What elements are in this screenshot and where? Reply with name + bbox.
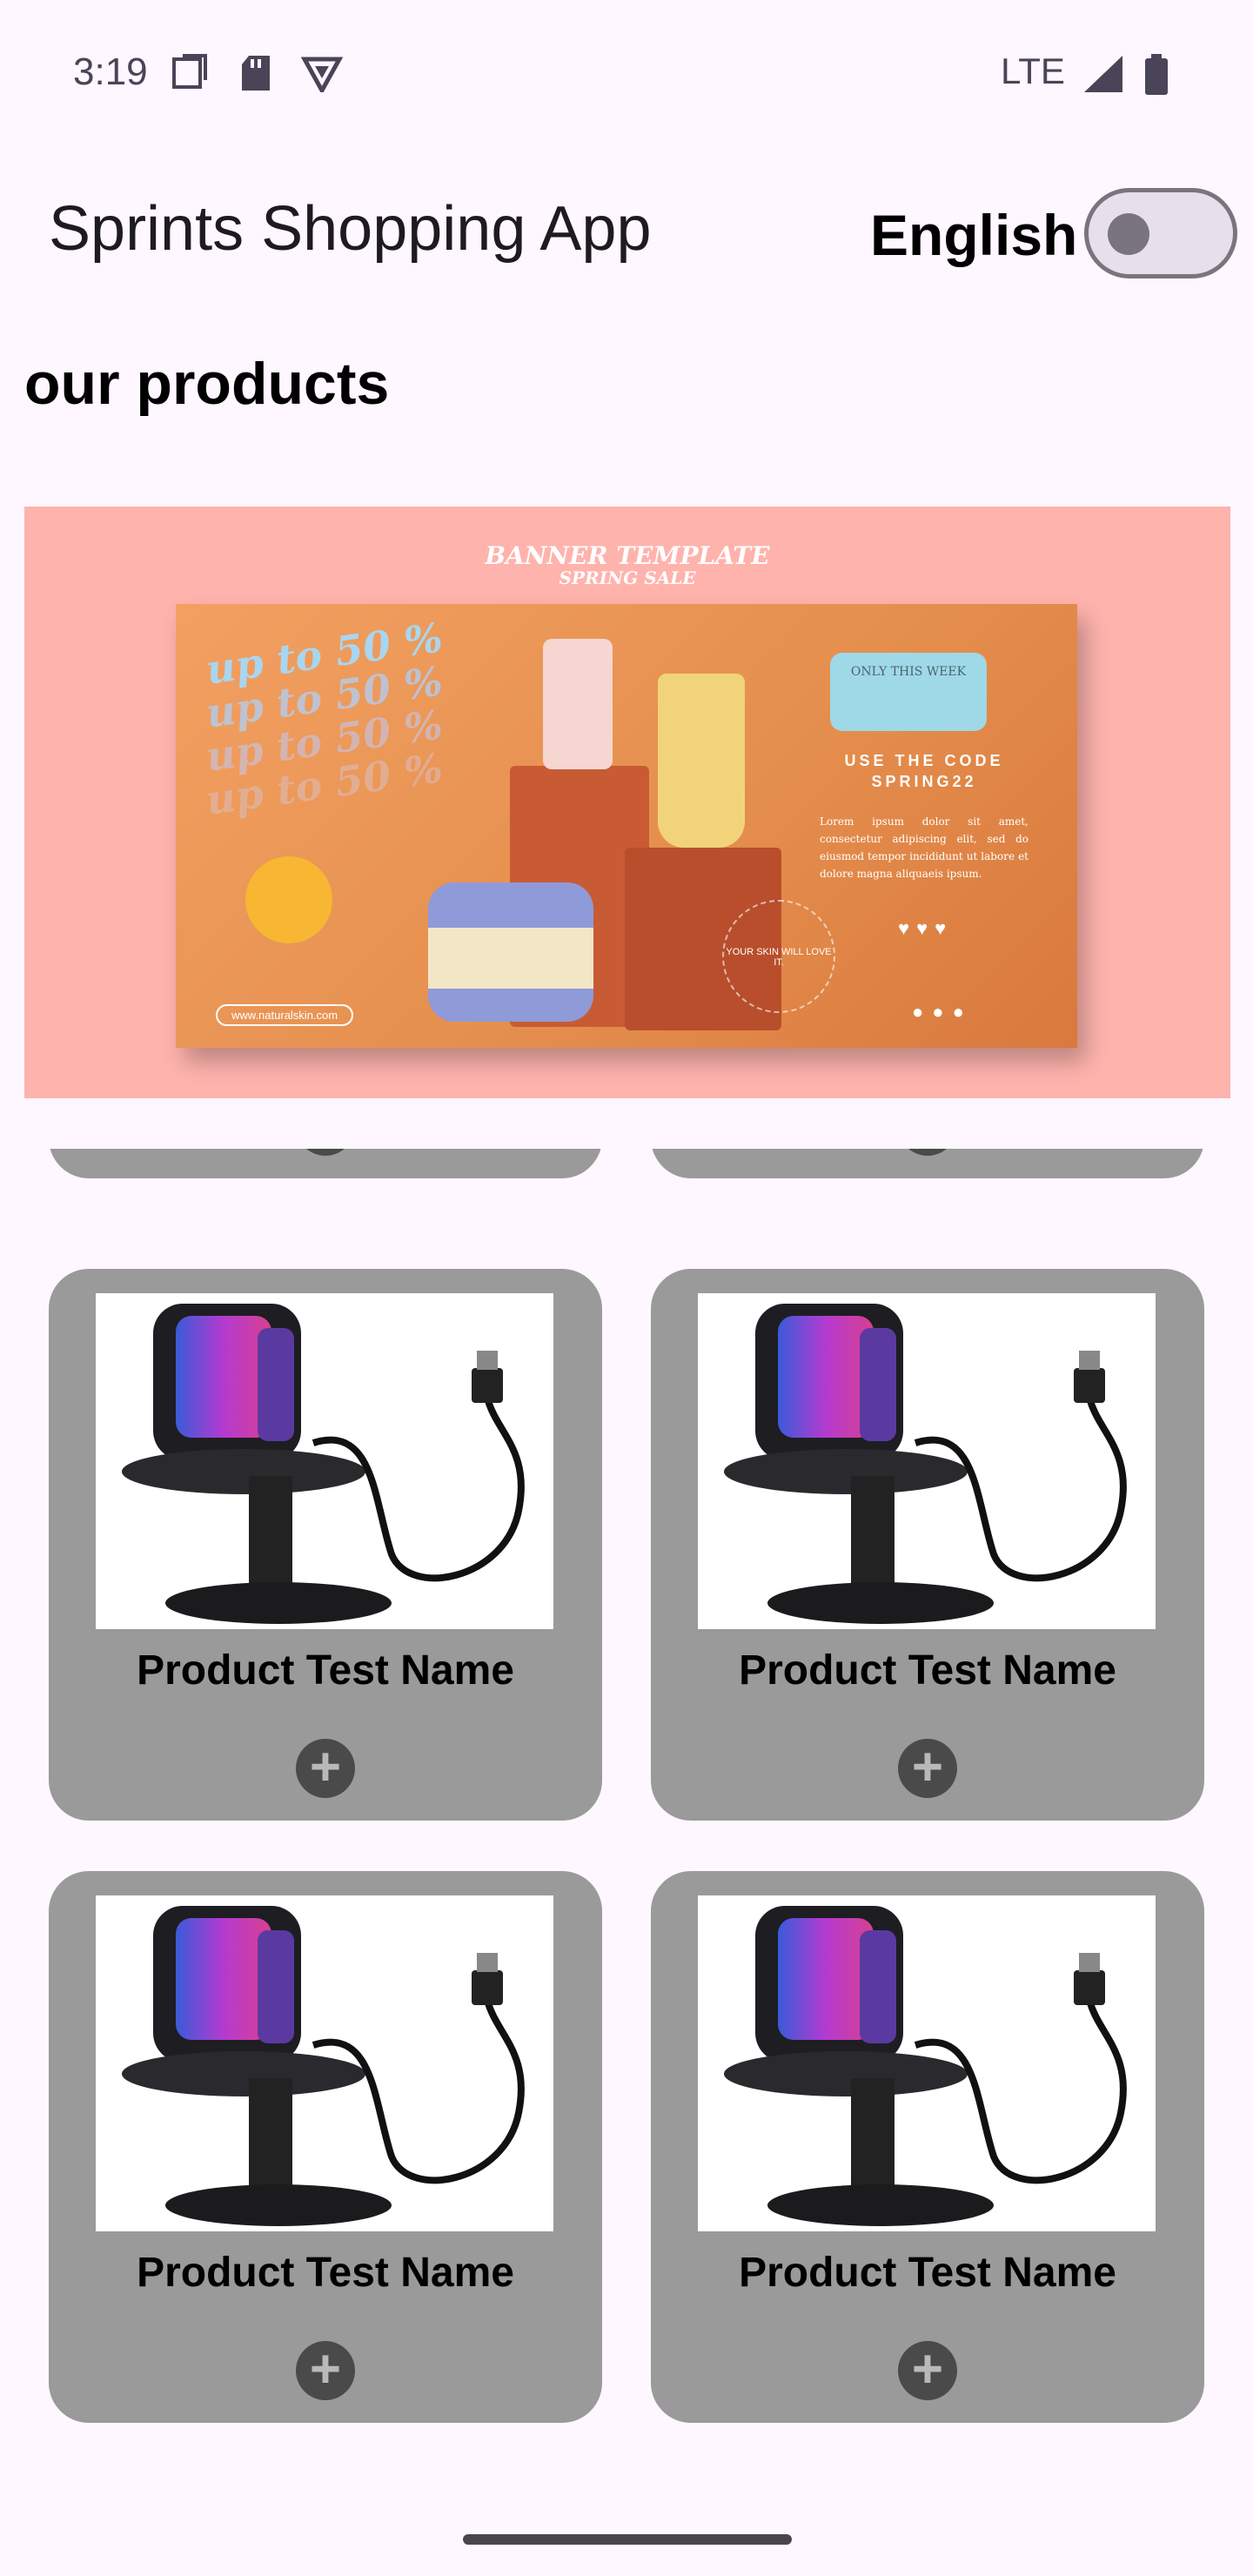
add-to-cart-button[interactable]: + [296, 1739, 355, 1798]
microphone-image [96, 1293, 553, 1629]
product-name: Product Test Name [739, 1647, 1116, 1694]
banner-url: www.naturalskin.com [216, 1004, 354, 1026]
circle-slogan: YOUR SKIN WILL LOVE IT. [722, 900, 835, 1013]
language-label: English [870, 203, 1078, 267]
banner-heading: BANNER TEMPLATE [485, 541, 770, 570]
product-grid[interactable]: + + Product Test Name + Product Test Nam… [0, 1149, 1253, 2472]
signal-icon [1084, 56, 1122, 92]
cream-jar-label [428, 928, 593, 989]
social-icons: ●●● [912, 1001, 973, 1023]
status-bar: 3:19 LTE [0, 0, 1253, 148]
product-name: Product Test Name [137, 2250, 514, 2296]
add-to-cart-button[interactable]: + [296, 1149, 355, 1156]
serum-bottle-illustration [543, 639, 613, 769]
sunscreen-tube-illustration [658, 674, 745, 848]
section-title: our products [24, 351, 390, 417]
hearts-icon: ♥♥♥ [898, 917, 954, 939]
product-card[interactable]: + [49, 1149, 602, 1178]
banner-subheading: SPRING SALE [559, 567, 696, 588]
microphone-image [96, 1895, 553, 2231]
battery-icon [1145, 54, 1168, 95]
product-name: Product Test Name [137, 1647, 514, 1694]
product-card[interactable]: Product Test Name + [651, 1269, 1204, 1821]
product-card[interactable]: Product Test Name + [651, 1871, 1204, 2423]
screenshot-icon [172, 54, 207, 89]
sd-card-icon [242, 56, 270, 91]
network-type: LTE [1001, 50, 1065, 91]
home-indicator[interactable] [463, 2534, 792, 2545]
product-card[interactable]: Product Test Name + [49, 1269, 602, 1821]
add-to-cart-button[interactable]: + [898, 1149, 957, 1156]
microphone-image [698, 1293, 1156, 1629]
promo-code-text: USE THE CODE SPRING22 [844, 752, 1004, 790]
speech-bubble: ONLY THIS WEEK [830, 653, 987, 731]
vpn-shield-icon [301, 57, 343, 92]
add-to-cart-button[interactable]: + [898, 2341, 957, 2400]
product-card[interactable]: Product Test Name + [49, 1871, 602, 2423]
add-to-cart-button[interactable]: + [898, 1739, 957, 1798]
product-name: Product Test Name [739, 2250, 1116, 2296]
promo-banner[interactable]: BANNER TEMPLATE SPRING SALE up to 50 % u… [24, 506, 1230, 1098]
add-to-cart-button[interactable]: + [296, 2341, 355, 2400]
toggle-knob [1108, 213, 1149, 255]
banner-artwork: up to 50 % up to 50 % up to 50 % up to 5… [176, 604, 1077, 1048]
banner-body-text: Lorem ipsum dolor sit amet, consectetur … [820, 815, 1029, 880]
status-time: 3:19 [73, 50, 148, 93]
language-toggle[interactable] [1084, 188, 1237, 278]
sun-face-illustration [245, 856, 332, 943]
microphone-image [698, 1895, 1156, 2231]
app-title: Sprints Shopping App [49, 194, 652, 264]
product-card[interactable]: + [651, 1149, 1204, 1178]
